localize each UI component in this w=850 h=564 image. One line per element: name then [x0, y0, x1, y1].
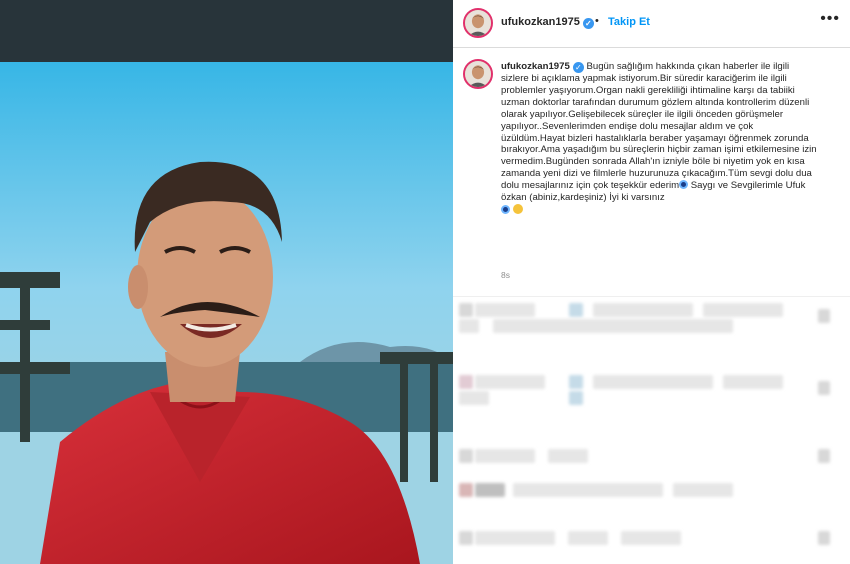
nazar-eye-emoji-icon	[679, 180, 689, 190]
avatar-image	[465, 61, 491, 87]
caption-avatar[interactable]	[463, 59, 493, 89]
list-item	[453, 447, 850, 497]
list-item	[453, 301, 850, 337]
caption-section: ufukozkan1975 ✓ Bugün sağlığım hakkında ç…	[453, 48, 850, 286]
nazar-eye-emoji-icon	[501, 204, 510, 214]
smiling-face-emoji-icon	[512, 203, 523, 214]
avatar[interactable]	[463, 8, 493, 38]
post-detail-panel: ufukozkan1975 ✓ • Takip Et ••• ufukozkan1…	[453, 0, 850, 564]
follow-button[interactable]: Takip Et	[608, 16, 650, 28]
header-username[interactable]: ufukozkan1975 ✓	[501, 16, 594, 29]
post-photo	[0, 62, 453, 564]
post-header: ufukozkan1975 ✓ • Takip Et •••	[453, 0, 850, 48]
post-media[interactable]	[0, 0, 453, 564]
list-item	[453, 529, 850, 564]
post-time: 8s	[501, 270, 510, 280]
verified-badge-icon: ✓	[582, 18, 594, 29]
avatar-image	[465, 10, 491, 36]
caption-username[interactable]: ufukozkan1975	[501, 61, 570, 72]
more-horizontal-icon[interactable]: •••	[820, 10, 840, 28]
caption-text: ufukozkan1975 ✓ Bugün sağlığım hakkında ç…	[501, 61, 819, 217]
comments-list	[453, 296, 850, 564]
verified-badge-icon: ✓	[572, 62, 584, 73]
caption-body: Bugün sağlığım hakkında çıkan haberler i…	[501, 61, 817, 192]
media-top-bar	[0, 0, 453, 62]
list-item	[453, 373, 850, 409]
dot-separator: •	[595, 15, 599, 27]
